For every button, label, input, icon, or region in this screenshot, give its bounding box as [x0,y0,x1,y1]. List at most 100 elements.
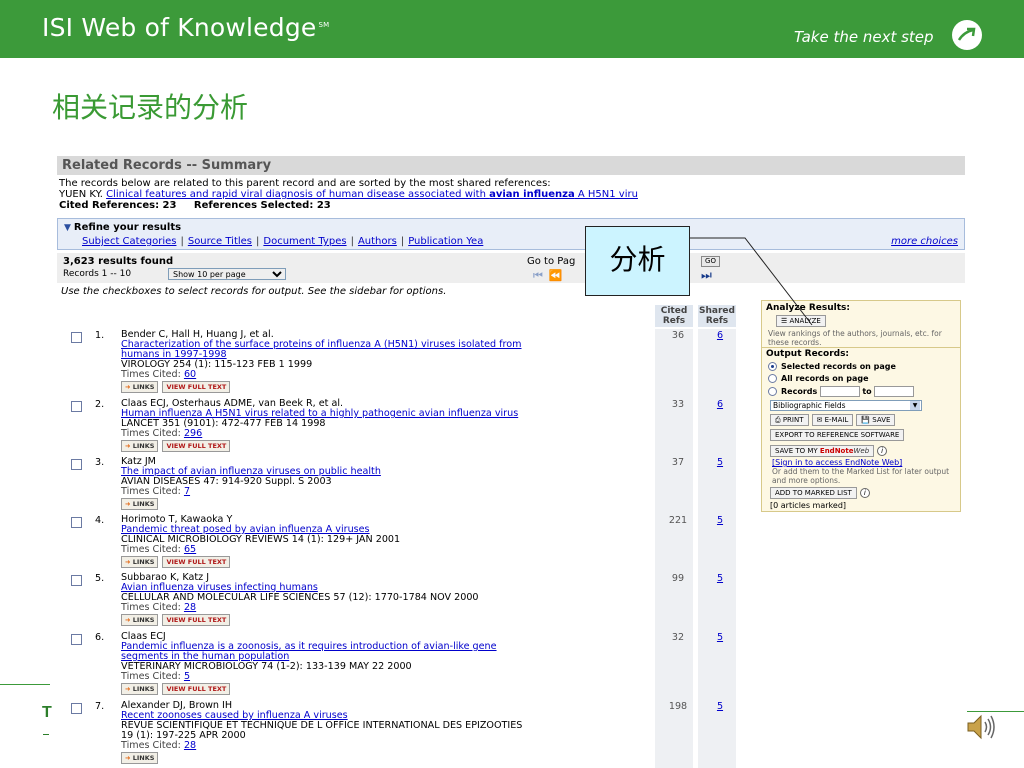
radio-all[interactable] [768,374,777,383]
view-full-text-button[interactable]: VIEW FULL TEXT [162,381,231,393]
footer-dash [43,734,49,735]
record-checkbox[interactable] [71,575,82,586]
summary-header: Related Records -- Summary [57,156,965,175]
parent-record: YUEN KY. Clinical features and rapid vir… [59,189,638,200]
export-button[interactable]: EXPORT TO REFERENCE SOFTWARE [770,429,905,441]
links-button[interactable]: ➜ LINKS [121,683,159,695]
go-button[interactable]: GO [701,256,720,267]
add-to-marked-button[interactable]: ADD TO MARKED LIST [770,487,857,499]
times-cited-link[interactable]: 65 [184,544,196,555]
parent-title-link[interactable]: Clinical features and rapid viral diagno… [106,189,638,200]
record-source: CLINICAL MICROBIOLOGY REVIEWS 14 (1): 12… [121,534,401,545]
shared-refs-link[interactable]: 6 [705,399,735,410]
more-choices-link[interactable]: more choices [891,236,958,247]
parent-author: YUEN KY. [59,189,103,200]
intro-block: The records below are related to this pa… [59,178,638,211]
panel-divider [762,347,960,348]
goto-page-label: Go to Pag [527,256,576,267]
refine-subject-categories[interactable]: Subject Categories [82,236,176,247]
footer-fragment: T [42,704,52,721]
refine-links: Subject Categories | Source Titles | Documen… [82,236,484,247]
per-page-select[interactable]: Show 10 per page [168,268,286,280]
links-button[interactable]: ➜ LINKS [121,556,159,568]
record-buttons: ➜ LINKS VIEW FULL TEXT [121,381,651,393]
arrow-icon: ➜ [125,500,131,508]
marked-subtext: Or add them to the Marked List for later… [772,467,950,485]
record-buttons: ➜ LINKS [121,498,651,510]
record-body: Katz JM The impact of avian influenza vir… [121,457,651,510]
related-records-screenshot: Related Records -- Summary The records b… [57,155,967,768]
checkbox-instructions: Use the checkboxes to select records for… [61,286,447,297]
opt-all[interactable]: All records on page [768,374,869,383]
record-buttons: ➜ LINKS VIEW FULL TEXT [121,556,651,568]
times-cited-link[interactable]: 7 [184,486,190,497]
endnote-signin-link[interactable]: [Sign in to access EndNote Web] [772,458,902,467]
cited-refs-value: 32 [671,632,685,643]
refine-authors[interactable]: Authors [358,236,397,247]
record-number: 7. [95,701,105,712]
fields-select[interactable]: Bibliographic Fields ▼ [770,400,922,411]
links-button[interactable]: ➜ LINKS [121,498,159,510]
view-full-text-button[interactable]: VIEW FULL TEXT [162,614,231,626]
links-button[interactable]: ➜ LINKS [121,381,159,393]
record-checkbox[interactable] [71,332,82,343]
times-cited-link[interactable]: 28 [184,602,196,613]
record-checkbox[interactable] [71,634,82,645]
record-times-cited: Times Cited: 28 [121,740,197,751]
save-to-endnote-button[interactable]: SAVE TO MY EndNoteWeb [770,445,875,457]
records-to-input[interactable] [874,386,915,397]
arrow-icon: ➜ [125,685,131,693]
cited-refs-value: 33 [671,399,685,410]
refine-publication-year[interactable]: Publication Yea [408,236,483,247]
intro-text: The records below are related to this pa… [59,178,551,189]
view-full-text-button[interactable]: VIEW FULL TEXT [162,440,231,452]
shared-refs-link[interactable]: 5 [705,457,735,468]
refine-source-titles[interactable]: Source Titles [188,236,252,247]
record-source: AVIAN DISEASES 47: 914-920 Suppl. S 2003 [121,476,332,487]
print-button[interactable]: ⎙ PRINT [770,414,809,426]
analyze-title: Analyze Results: [766,303,851,313]
radio-records[interactable] [768,387,777,396]
record-checkbox[interactable] [71,517,82,528]
links-button[interactable]: ➜ LINKS [121,614,159,626]
shared-refs-link[interactable]: 5 [705,515,735,526]
first-prev-page-icons[interactable]: ⏮⏪ [533,269,569,283]
record-times-cited: Times Cited: 7 [121,486,191,497]
radio-selected[interactable] [768,362,777,371]
output-title: Output Records: [766,349,850,359]
record-times-cited: Times Cited: 28 [121,602,197,613]
record-body: Claas ECJ, Osterhaus ADME, van Beek R, e… [121,399,651,452]
times-cited-link[interactable]: 28 [184,740,196,751]
arrow-icon: ➜ [125,616,131,624]
record-checkbox[interactable] [71,401,82,412]
info-icon[interactable]: i [877,446,888,456]
record-checkbox[interactable] [71,459,82,470]
shared-refs-link[interactable]: 5 [705,573,735,584]
times-cited-link[interactable]: 60 [184,369,196,380]
shared-refs-link[interactable]: 6 [705,330,735,341]
record-number: 1. [95,330,105,341]
record-checkbox[interactable] [71,703,82,714]
refine-document-types[interactable]: Document Types [263,236,346,247]
speaker-icon[interactable] [965,712,997,742]
analyze-button[interactable]: ☰ ANALYZE [776,315,826,327]
info-icon[interactable]: i [859,488,870,498]
shared-refs-link[interactable]: 5 [705,701,735,712]
record-number: 2. [95,399,105,410]
records-from-input[interactable] [819,386,860,397]
save-button[interactable]: 💾 SAVE [856,414,896,426]
view-full-text-button[interactable]: VIEW FULL TEXT [162,556,231,568]
opt-records[interactable]: Records to [768,386,915,397]
shared-refs-link[interactable]: 5 [705,632,735,643]
times-cited-link[interactable]: 5 [184,671,190,682]
email-button[interactable]: ✉ E-MAIL [811,414,854,426]
save-icon: 💾 [861,416,873,424]
times-cited-link[interactable]: 296 [184,428,202,439]
links-button[interactable]: ➜ LINKS [121,752,159,764]
links-button[interactable]: ➜ LINKS [121,440,159,452]
record-number: 4. [95,515,105,526]
view-full-text-button[interactable]: VIEW FULL TEXT [162,683,231,695]
record-body: Claas ECJ Pandemic influenza is a zoonosi… [121,632,651,695]
opt-selected[interactable]: Selected records on page [768,362,896,371]
last-page-icon[interactable]: ⏭ [701,268,712,283]
